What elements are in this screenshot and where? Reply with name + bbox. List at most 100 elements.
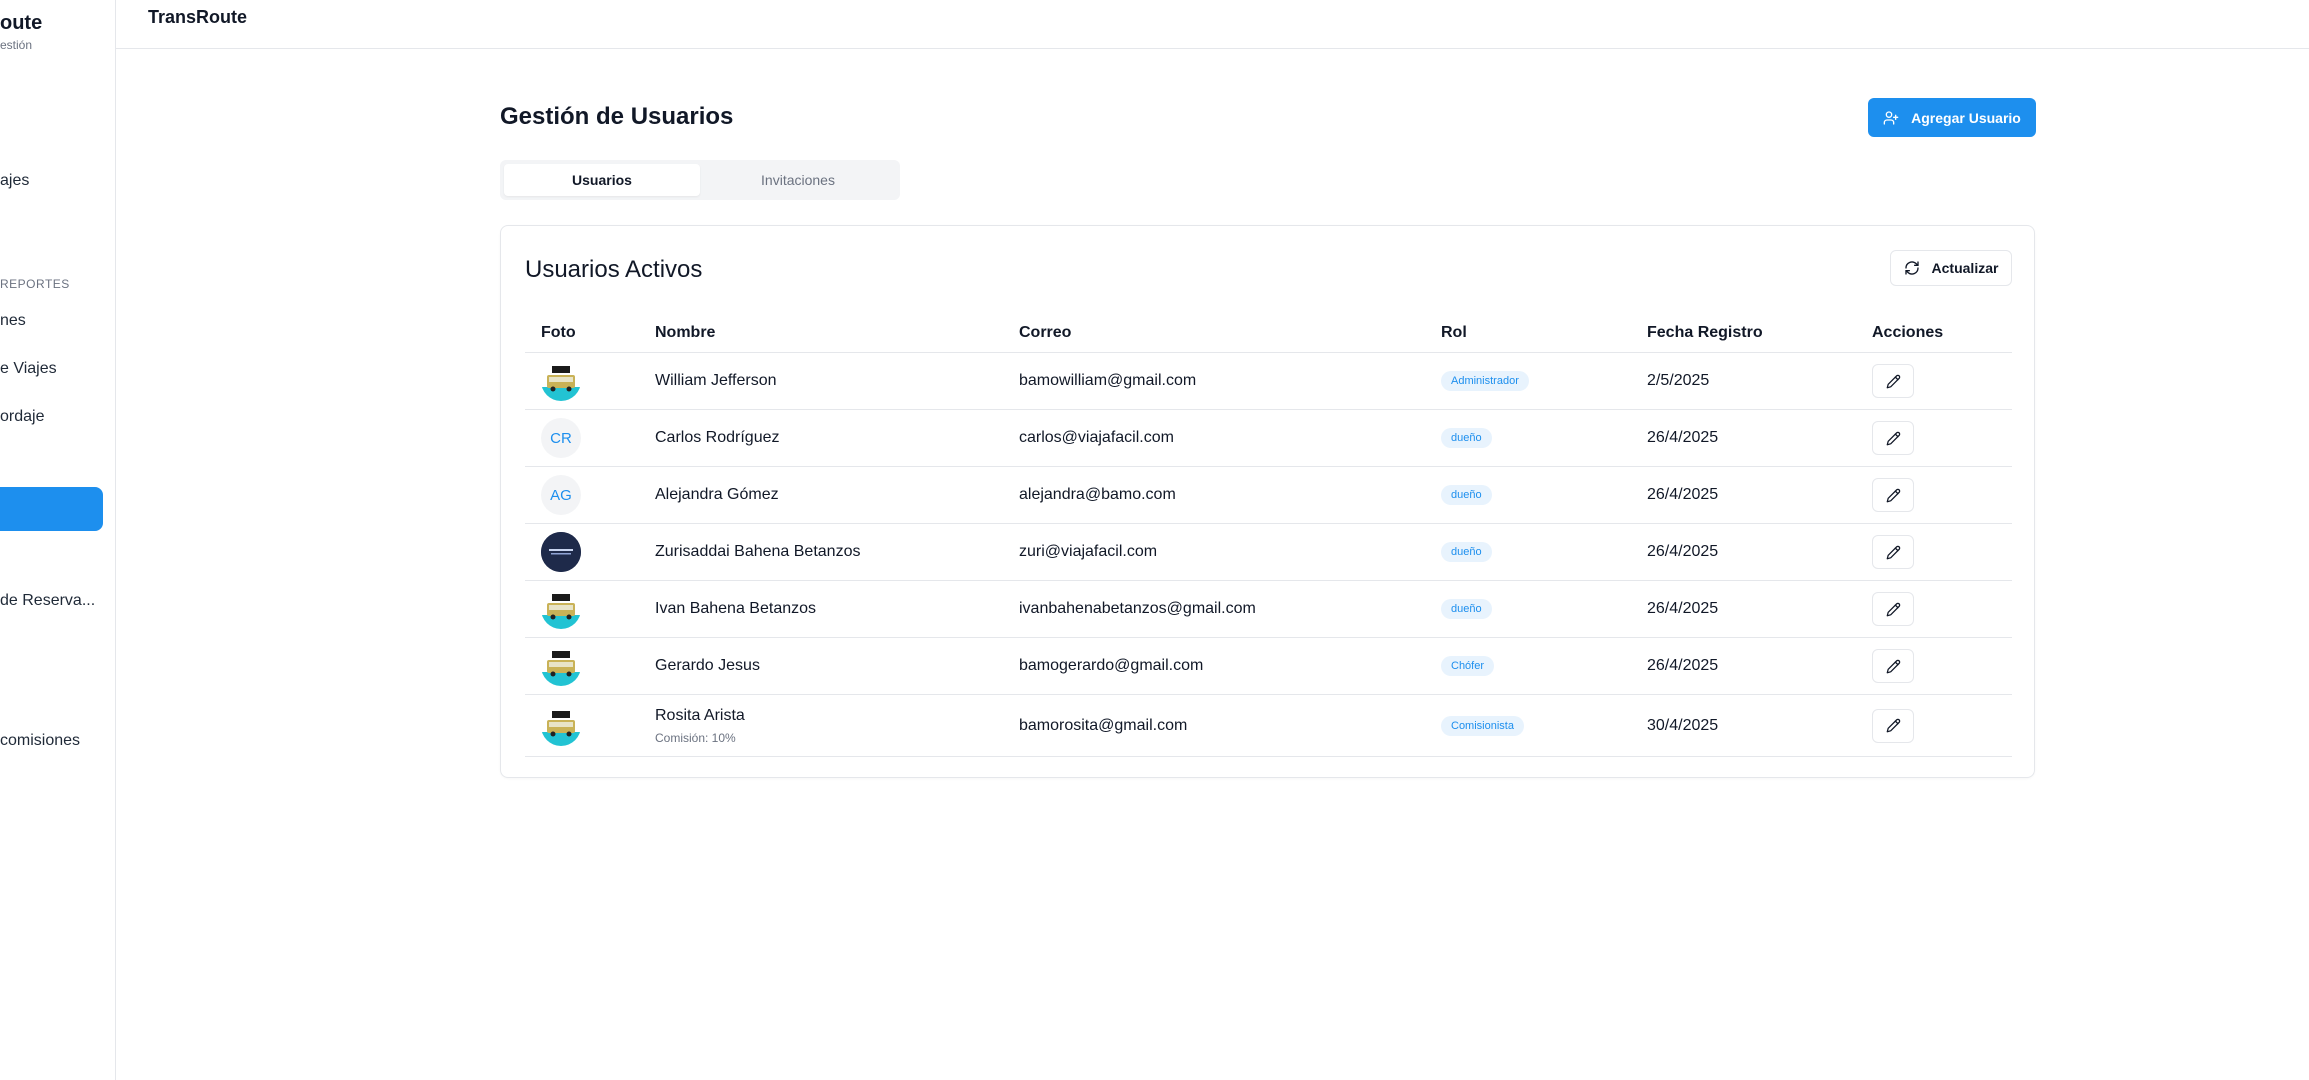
cell-correo: ivanbahenabetanzos@gmail.com [1003,580,1425,638]
role-badge: dueño [1441,485,1492,505]
edit-user-button[interactable] [1872,364,1914,398]
role-badge: dueño [1441,428,1492,448]
table-row: AG Alejandra Gómez alejandra@bamo.com dueño… [525,466,2012,524]
table-row: Rosita Arista Comisión: 10% bamorosita@gma… [525,694,2012,757]
cell-correo: alejandra@bamo.com [1003,466,1425,524]
table-row: Gerardo Jesus bamogerardo@gmail.com Chófer… [525,637,2012,695]
user-name: Zurisaddai Bahena Betanzos [655,543,861,560]
cell-rol: dueño [1425,580,1631,638]
cell-nombre: Alejandra Gómez [639,466,1003,524]
avatar-image [541,589,581,629]
sidebar-item-reporte-viajes[interactable]: e Viajes [0,360,57,378]
cell-rol: dueño [1425,409,1631,467]
avatar-image [541,646,581,686]
table-row: CR Carlos Rodríguez carlos@viajafacil.com d… [525,409,2012,467]
app-title: TransRoute [148,7,248,27]
cell-acciones [1856,580,2012,638]
user-name: Rosita Arista [655,706,745,724]
role-badge: dueño [1441,599,1492,619]
cell-nombre: Gerardo Jesus [639,637,1003,695]
cell-fecha: 2/5/2025 [1631,352,1856,410]
edit-user-button[interactable] [1872,649,1914,683]
cell-correo: zuri@viajafacil.com [1003,523,1425,581]
sidebar-brand-title: oute [0,12,43,34]
pencil-icon [1886,718,1901,733]
cell-fecha: 26/4/2025 [1631,637,1856,695]
sidebar-item-viajes[interactable]: ajes [0,172,29,190]
cell-foto [525,694,639,757]
cell-nombre: Carlos Rodríguez [639,409,1003,467]
avatar-image [541,532,581,572]
cell-foto [525,523,639,581]
cell-rol: Comisionista [1425,694,1631,757]
user-email: ivanbahenabetanzos@gmail.com [1019,600,1256,617]
users-table: Foto Nombre Correo Rol Fecha Registro Ac… [525,314,2012,757]
edit-user-button[interactable] [1872,592,1914,626]
tab-list: Usuarios Invitaciones [500,160,900,200]
column-header-rol: Rol [1425,314,1631,353]
cell-acciones [1856,466,2012,524]
sidebar-item-active-usuarios[interactable] [0,487,103,531]
registration-date: 26/4/2025 [1647,657,1719,674]
cell-foto [525,637,639,695]
user-name: Gerardo Jesus [655,657,760,674]
cell-fecha: 26/4/2025 [1631,523,1856,581]
column-header-fecha-registro: Fecha Registro [1631,314,1856,353]
avatar-initials-text: AG [550,486,572,504]
edit-user-button[interactable] [1872,478,1914,512]
registration-date: 26/4/2025 [1647,543,1719,560]
role-badge: Administrador [1441,371,1529,391]
user-email: alejandra@bamo.com [1019,486,1176,503]
tab-usuarios[interactable]: Usuarios [504,164,700,196]
sidebar-section-reportes: REPORTES [0,277,70,291]
avatar-image [541,705,581,746]
role-badge: dueño [1441,542,1492,562]
cell-foto [525,580,639,638]
user-name: Carlos Rodríguez [655,429,780,446]
edit-user-button[interactable] [1872,535,1914,569]
pencil-icon [1886,659,1901,674]
registration-date: 26/4/2025 [1647,486,1719,503]
pencil-icon [1886,374,1901,389]
user-name: Ivan Bahena Betanzos [655,600,817,617]
edit-user-button[interactable] [1872,708,1914,743]
cell-rol: dueño [1425,523,1631,581]
cell-nombre: Rosita Arista Comisión: 10% [639,694,1003,757]
sidebar-item-abordaje[interactable]: ordaje [0,408,44,426]
cell-acciones [1856,352,2012,410]
active-users-card: Usuarios Activos Actualizar Foto Nombre … [500,225,2035,778]
user-name: William Jefferson [655,372,777,389]
pencil-icon [1886,545,1901,560]
cell-foto: AG [525,466,639,524]
pencil-icon [1886,602,1901,617]
refresh-button[interactable]: Actualizar [1890,250,2012,286]
user-name: Alejandra Gómez [655,486,779,503]
column-header-correo: Correo [1003,314,1425,353]
cell-rol: dueño [1425,466,1631,524]
pencil-icon [1886,488,1901,503]
column-header-foto: Foto [525,314,639,353]
cell-acciones [1856,694,2012,757]
user-email: bamogerardo@gmail.com [1019,657,1204,674]
cell-nombre: William Jefferson [639,352,1003,410]
cell-acciones [1856,409,2012,467]
user-commission: Comisión: 10% [655,730,736,745]
add-user-button[interactable]: Agregar Usuario [1868,98,2036,137]
user-email: bamowilliam@gmail.com [1019,372,1197,389]
refresh-label: Actualizar [1931,260,1999,276]
cell-nombre: Zurisaddai Bahena Betanzos [639,523,1003,581]
cell-correo: bamogerardo@gmail.com [1003,637,1425,695]
sidebar-item-reporte-1[interactable]: nes [0,312,26,330]
cell-fecha: 26/4/2025 [1631,580,1856,638]
registration-date: 26/4/2025 [1647,600,1719,617]
sidebar-item-comisiones[interactable]: comisiones [0,732,80,750]
tab-invitaciones[interactable]: Invitaciones [700,164,896,196]
table-row: Zurisaddai Bahena Betanzos zuri@viajafaci… [525,523,2012,581]
edit-user-button[interactable] [1872,421,1914,455]
cell-nombre: Ivan Bahena Betanzos [639,580,1003,638]
avatar-image [541,361,581,401]
table-row: Ivan Bahena Betanzos ivanbahenabetanzos@g… [525,580,2012,638]
sidebar-item-reservaciones[interactable]: de Reserva... [0,592,95,610]
cell-rol: Chófer [1425,637,1631,695]
top-bar: TransRoute [116,0,2309,49]
